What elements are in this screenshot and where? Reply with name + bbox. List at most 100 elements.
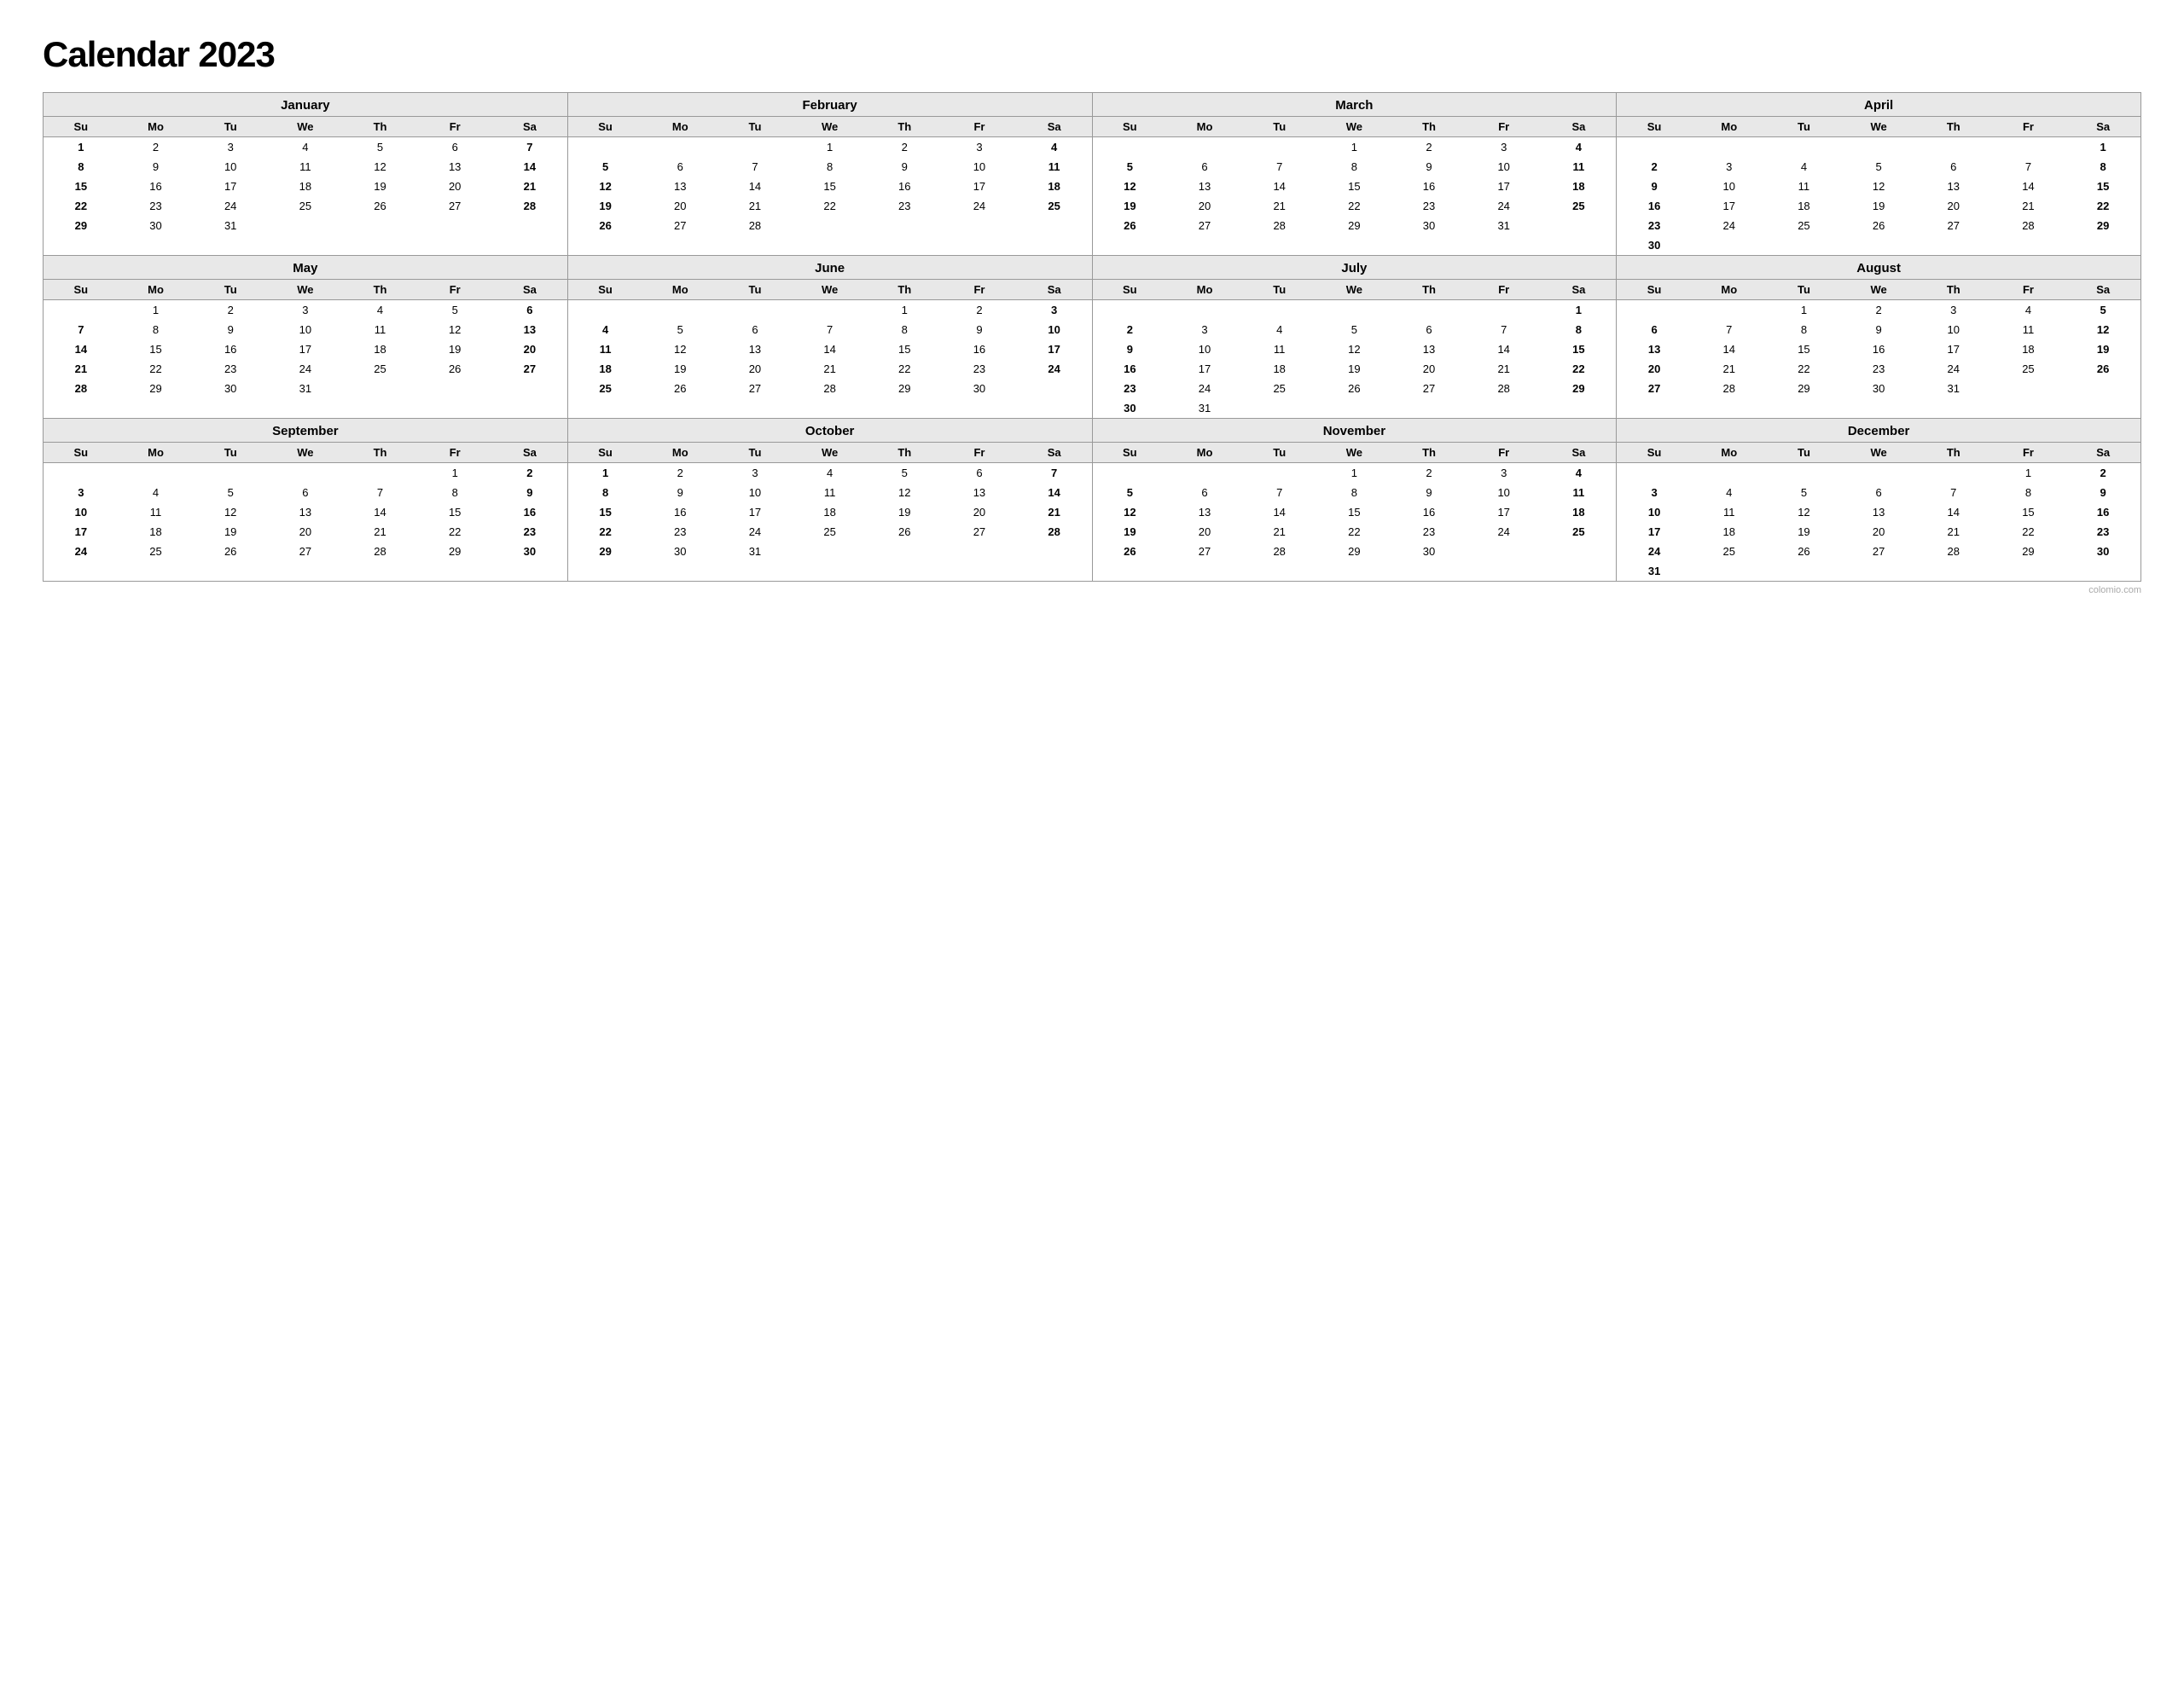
day-cell: 19 — [1093, 522, 1168, 542]
day-cell — [193, 463, 268, 484]
day-cell: 26 — [193, 542, 268, 561]
month-title-october: October — [568, 419, 1092, 443]
day-cell: 10 — [193, 157, 268, 177]
week-row: 2627282930 — [1093, 542, 1617, 561]
page-title: Calendar 2023 — [43, 34, 2141, 75]
day-header-mo: Mo — [119, 117, 194, 137]
week-row: 2345678 — [1617, 157, 2140, 177]
month-table-february: SuMoTuWeThFrSa12345678910111213141516171… — [568, 117, 1092, 235]
day-cell: 10 — [1692, 177, 1767, 196]
week-row: 567891011 — [568, 157, 1092, 177]
day-cell: 26 — [2065, 359, 2140, 379]
day-cell: 27 — [1617, 379, 1692, 398]
day-cell: 26 — [1317, 379, 1392, 398]
day-cell: 24 — [717, 522, 793, 542]
day-header-tu: Tu — [1242, 117, 1317, 137]
day-cell: 5 — [1093, 483, 1168, 502]
day-cell: 22 — [1767, 359, 1842, 379]
day-cell: 27 — [717, 379, 793, 398]
day-cell — [1767, 137, 1842, 158]
day-cell: 9 — [193, 320, 268, 339]
day-cell: 22 — [568, 522, 643, 542]
day-cell: 30 — [642, 542, 717, 561]
day-cell: 9 — [867, 157, 942, 177]
day-cell: 13 — [942, 483, 1017, 502]
day-cell: 14 — [1242, 177, 1317, 196]
day-header-th: Th — [343, 117, 418, 137]
day-header-fr: Fr — [417, 280, 492, 300]
day-cell: 15 — [568, 502, 643, 522]
day-cell: 14 — [343, 502, 418, 522]
day-cell: 7 — [44, 320, 119, 339]
day-header-we: We — [268, 117, 343, 137]
day-cell — [1542, 216, 1617, 235]
day-cell: 10 — [717, 483, 793, 502]
day-cell: 31 — [193, 216, 268, 235]
day-cell: 8 — [44, 157, 119, 177]
day-cell: 12 — [1767, 502, 1842, 522]
day-cell: 31 — [268, 379, 343, 398]
day-header-sa: Sa — [1017, 117, 1092, 137]
day-cell — [1767, 235, 1842, 255]
day-cell: 7 — [1242, 483, 1317, 502]
day-cell: 15 — [417, 502, 492, 522]
day-cell: 5 — [2065, 300, 2140, 321]
day-cell: 27 — [417, 196, 492, 216]
day-cell: 18 — [1692, 522, 1767, 542]
day-cell: 23 — [942, 359, 1017, 379]
day-cell: 21 — [343, 522, 418, 542]
day-header-fr: Fr — [1467, 443, 1542, 463]
day-cell: 8 — [568, 483, 643, 502]
day-header-su: Su — [568, 443, 643, 463]
day-header-we: We — [793, 280, 868, 300]
day-cell: 22 — [793, 196, 868, 216]
day-cell: 28 — [793, 379, 868, 398]
month-september: SeptemberSuMoTuWeThFrSa12345678910111213… — [44, 419, 568, 582]
week-row: 891011121314 — [568, 483, 1092, 502]
day-cell: 19 — [642, 359, 717, 379]
day-header-sa: Sa — [1542, 280, 1617, 300]
day-cell: 20 — [1391, 359, 1467, 379]
day-header-su: Su — [1617, 443, 1692, 463]
month-october: OctoberSuMoTuWeThFrSa1234567891011121314… — [568, 419, 1093, 582]
week-row: 21222324252627 — [44, 359, 567, 379]
week-row: 19202122232425 — [1093, 522, 1617, 542]
week-row: 3031 — [1093, 398, 1617, 418]
day-cell: 12 — [2065, 320, 2140, 339]
day-cell: 19 — [193, 522, 268, 542]
week-row: 12131415161718 — [568, 177, 1092, 196]
day-cell: 26 — [867, 522, 942, 542]
week-row: 123456 — [44, 300, 567, 321]
week-row: 78910111213 — [44, 320, 567, 339]
month-table-march: SuMoTuWeThFrSa12345678910111213141516171… — [1093, 117, 1617, 235]
day-cell: 4 — [1542, 463, 1617, 484]
day-cell: 16 — [1391, 177, 1467, 196]
day-cell: 19 — [417, 339, 492, 359]
week-row: 12131415161718 — [1093, 502, 1617, 522]
day-cell: 17 — [1467, 502, 1542, 522]
day-header-mo: Mo — [119, 280, 194, 300]
day-cell: 1 — [44, 137, 119, 158]
day-cell: 23 — [193, 359, 268, 379]
day-cell: 16 — [1617, 196, 1692, 216]
month-title-september: September — [44, 419, 567, 443]
day-cell: 17 — [44, 522, 119, 542]
week-row: 45678910 — [568, 320, 1092, 339]
month-title-january: January — [44, 93, 567, 117]
day-cell — [1542, 398, 1617, 418]
day-cell: 10 — [44, 502, 119, 522]
day-cell: 17 — [1916, 339, 1991, 359]
day-cell: 14 — [1467, 339, 1542, 359]
day-header-we: We — [268, 443, 343, 463]
week-row: 9101112131415 — [1617, 177, 2140, 196]
day-cell: 14 — [492, 157, 567, 177]
day-header-su: Su — [1617, 280, 1692, 300]
day-cell: 19 — [1093, 196, 1168, 216]
day-header-tu: Tu — [717, 443, 793, 463]
day-cell — [1916, 463, 1991, 484]
month-june: JuneSuMoTuWeThFrSa1234567891011121314151… — [568, 256, 1093, 419]
day-header-su: Su — [568, 117, 643, 137]
day-cell: 1 — [119, 300, 194, 321]
day-cell: 6 — [492, 300, 567, 321]
day-cell: 8 — [417, 483, 492, 502]
